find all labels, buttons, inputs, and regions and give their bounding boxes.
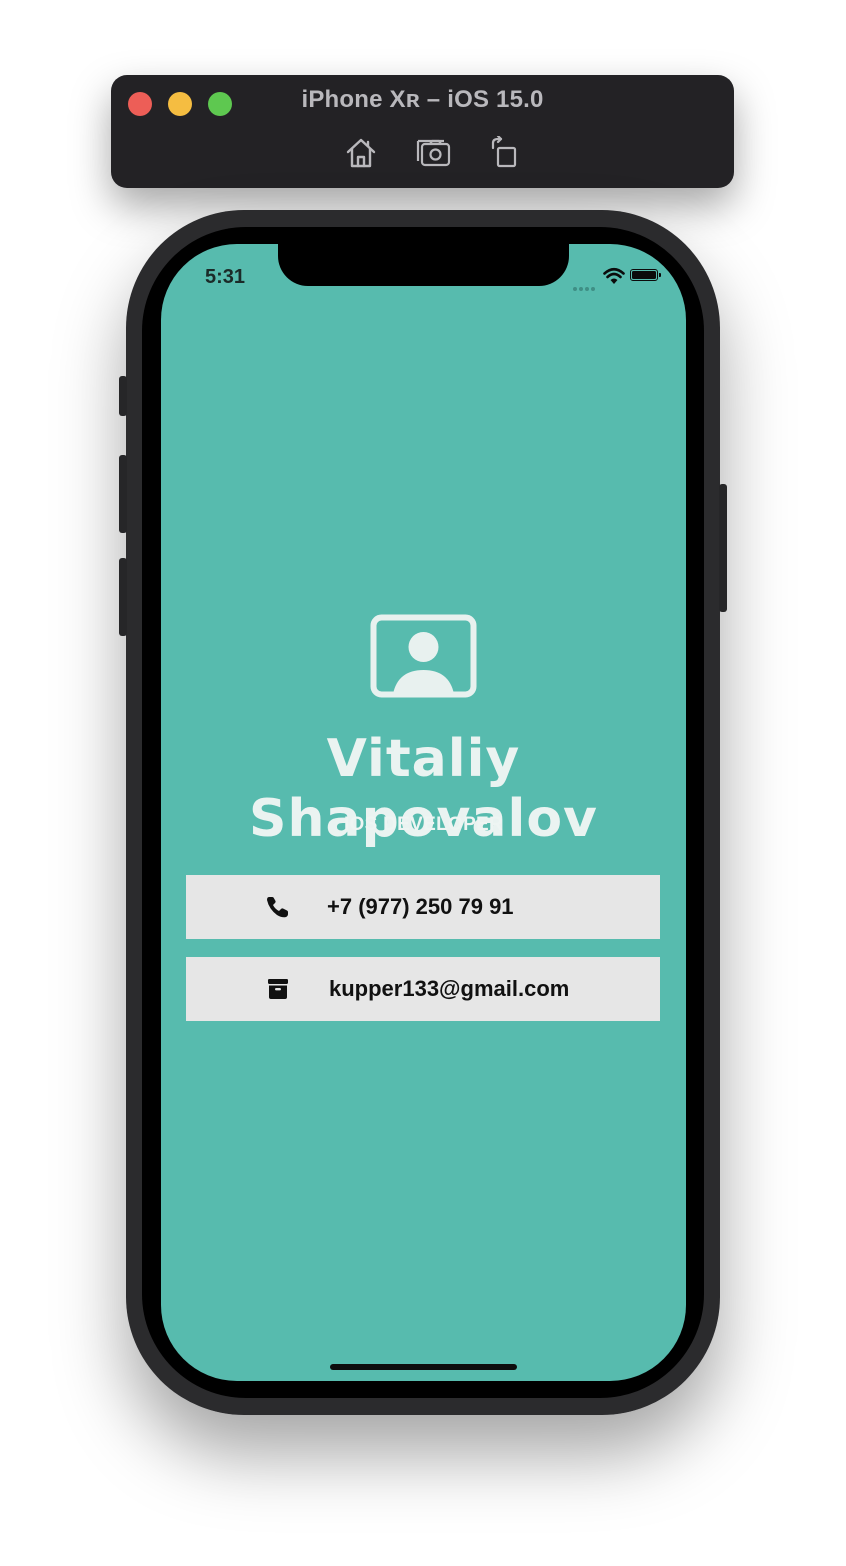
person-crop-rectangle-icon: [370, 614, 477, 698]
profile-title: IOS DEVELOPER: [343, 814, 504, 835]
volume-down-button: [119, 558, 127, 636]
wifi-icon: [603, 267, 625, 285]
phone-icon: [265, 895, 291, 919]
home-icon[interactable]: [343, 136, 379, 170]
archive-box-icon: [265, 977, 291, 1001]
status-time: 5:31: [205, 266, 246, 288]
phone-card[interactable]: +7 (977) 250 79 91: [186, 875, 660, 939]
rotate-icon[interactable]: [488, 134, 524, 170]
email-address: kupper133@gmail.com: [329, 976, 570, 1001]
signal-dots-icon: [573, 278, 599, 291]
battery-icon: [630, 269, 661, 281]
simulator-title: iPhone Xʀ – iOS 15.0: [301, 86, 544, 113]
side-button: [719, 484, 727, 612]
screenshot-icon[interactable]: [416, 136, 452, 170]
home-indicator[interactable]: [330, 1364, 517, 1370]
app-screen: 5:31 Vitaliy Shapovalov IOS DEVELOPER +7…: [161, 244, 686, 1381]
phone-number: +7 (977) 250 79 91: [327, 894, 514, 919]
volume-up-button: [119, 455, 127, 533]
simulator-window: iPhone Xʀ – iOS 15.0 5:31 Vitaliy Shapov…: [0, 0, 846, 1566]
email-card[interactable]: kupper133@gmail.com: [186, 957, 660, 1021]
silent-switch: [119, 376, 127, 416]
notch: [278, 244, 569, 286]
